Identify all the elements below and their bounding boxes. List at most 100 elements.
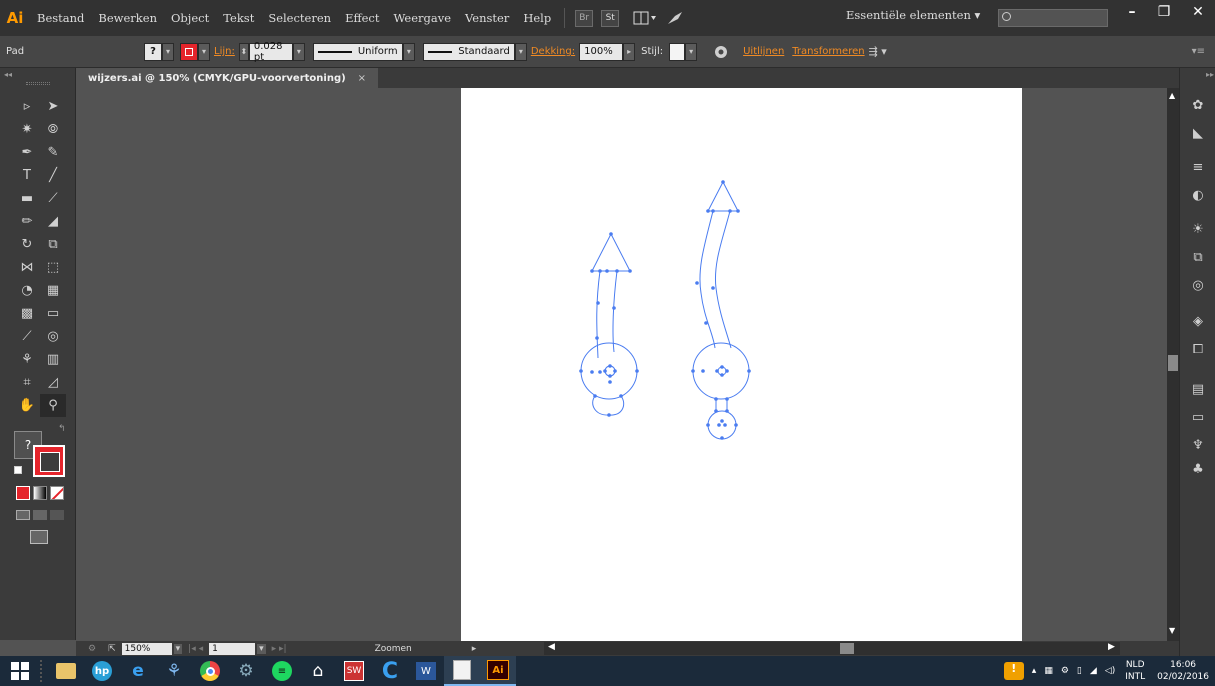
scroll-right-icon[interactable]: ▶ bbox=[1108, 642, 1115, 652]
eraser-tool-icon[interactable]: ◢ bbox=[40, 210, 66, 233]
isolate-icon[interactable]: ⇶ ▾ bbox=[869, 45, 895, 58]
shape-builder-tool-icon[interactable]: ◔ bbox=[14, 279, 40, 302]
stroke-swatch[interactable] bbox=[180, 42, 198, 61]
tray-battery-icon[interactable]: ▯ bbox=[1077, 666, 1082, 676]
menu-bewerken[interactable]: Bewerken bbox=[91, 11, 164, 25]
brushes-panel-icon[interactable]: ♆ bbox=[1189, 436, 1207, 454]
rectangle-tool-icon[interactable]: ▬ bbox=[14, 187, 40, 210]
scale-tool-icon[interactable]: ⧉ bbox=[40, 233, 66, 256]
artboard-number-input[interactable]: 1 bbox=[209, 642, 256, 655]
eyedropper-tool-icon[interactable]: ⟋ bbox=[14, 325, 40, 348]
menu-venster[interactable]: Venster bbox=[458, 11, 516, 25]
gradient-mode-icon[interactable] bbox=[33, 486, 47, 500]
draw-modes-icon[interactable] bbox=[16, 510, 64, 520]
file-explorer-icon[interactable] bbox=[48, 656, 84, 686]
lasso-tool-icon[interactable]: ⦾ bbox=[40, 118, 66, 141]
zoom-input[interactable]: 150% bbox=[121, 642, 172, 655]
blend-tool-icon[interactable]: ◎ bbox=[40, 325, 66, 348]
appearance-panel-icon[interactable]: ☀ bbox=[1189, 220, 1207, 238]
zoom-dropdown-icon[interactable]: ▾ bbox=[173, 643, 183, 654]
stroke-weight-stepper[interactable]: ⬍ bbox=[238, 42, 249, 61]
opacity-label[interactable]: Dekking: bbox=[527, 46, 579, 57]
hand-tool-icon[interactable]: ✋ bbox=[14, 394, 40, 417]
pen-tool-icon[interactable]: ✒ bbox=[14, 141, 40, 164]
panel-grip[interactable] bbox=[26, 82, 50, 85]
none-mode-icon[interactable] bbox=[50, 486, 64, 500]
menu-bestand[interactable]: Bestand bbox=[30, 11, 91, 25]
width-tool-icon[interactable]: ⋈ bbox=[14, 256, 40, 279]
graphic-styles-panel-icon[interactable]: ⧉ bbox=[1189, 248, 1207, 266]
menu-tekst[interactable]: Tekst bbox=[216, 11, 261, 25]
rotate-tool-icon[interactable]: ↻ bbox=[14, 233, 40, 256]
profile-dropdown[interactable]: ▾ bbox=[402, 42, 415, 61]
artwork[interactable] bbox=[461, 88, 1022, 641]
panel-menu-icon[interactable]: ▾≡ bbox=[1192, 46, 1205, 57]
vertical-scroll-thumb[interactable] bbox=[1168, 355, 1178, 371]
artboards-panel-icon[interactable]: ⧠ bbox=[1189, 340, 1207, 358]
paint-icon[interactable]: ⚘ bbox=[156, 656, 192, 686]
last-artboard-icon[interactable]: ▸ ▸| bbox=[272, 644, 287, 654]
menu-effect[interactable]: Effect bbox=[338, 11, 386, 25]
zoom-tool-icon[interactable]: ⚲ bbox=[40, 394, 66, 417]
gpu-performance-icon[interactable] bbox=[665, 10, 685, 26]
free-transform-tool-icon[interactable]: ⬚ bbox=[40, 256, 66, 279]
transparency-panel-icon[interactable]: ▭ bbox=[1189, 408, 1207, 426]
perspective-grid-tool-icon[interactable]: ▦ bbox=[40, 279, 66, 302]
gradient-panel-icon[interactable]: ◐ bbox=[1189, 186, 1207, 204]
fill-swatch[interactable]: ? bbox=[144, 42, 162, 61]
bridge-button[interactable]: Br bbox=[575, 9, 594, 27]
media-app-icon[interactable]: ⚙ bbox=[228, 656, 264, 686]
arrange-documents-icon[interactable] bbox=[633, 10, 657, 26]
gpu-indicator-icon[interactable]: ⚙ bbox=[88, 644, 96, 654]
tray-wifi-icon[interactable]: ◢ bbox=[1090, 666, 1097, 676]
stroke-weight-dropdown[interactable]: ▾ bbox=[292, 42, 305, 61]
vertical-scrollbar[interactable]: ▲ ▼ bbox=[1167, 88, 1179, 641]
document-tab[interactable]: wijzers.ai @ 150% (CMYK/GPU-voorvertonin… bbox=[76, 68, 379, 88]
symbol-sprayer-tool-icon[interactable]: ⚘ bbox=[14, 348, 40, 371]
menu-selecteren[interactable]: Selecteren bbox=[261, 11, 338, 25]
color-panel-icon[interactable]: ✿ bbox=[1189, 96, 1207, 114]
chrome-icon[interactable] bbox=[192, 656, 228, 686]
color-mode-icon[interactable] bbox=[16, 486, 30, 500]
artboard-dropdown-icon[interactable]: ▾ bbox=[257, 643, 266, 654]
tray-network-icon[interactable]: ▦ bbox=[1044, 666, 1053, 676]
opacity-dropdown[interactable]: ▸ bbox=[623, 42, 636, 61]
pencil-tool-icon[interactable]: ✏ bbox=[14, 210, 40, 233]
clock[interactable]: 16:06 02/02/2016 bbox=[1157, 659, 1209, 683]
horizontal-scrollbar[interactable]: ◀ ▶ bbox=[544, 642, 1120, 655]
hp-icon[interactable]: hp bbox=[84, 656, 120, 686]
color-guide-panel-icon[interactable]: ◣ bbox=[1189, 124, 1207, 142]
close-button[interactable]: ✕ bbox=[1182, 2, 1214, 22]
align-label[interactable]: Uitlijnen bbox=[739, 46, 788, 57]
magic-wand-tool-icon[interactable]: ✷ bbox=[14, 118, 40, 141]
stock-button[interactable]: St bbox=[601, 9, 620, 27]
brush-dropdown[interactable]: ▾ bbox=[514, 42, 527, 61]
menu-weergave[interactable]: Weergave bbox=[387, 11, 459, 25]
align-panel-icon[interactable]: ▤ bbox=[1189, 380, 1207, 398]
share-icon[interactable]: ⇱ bbox=[108, 644, 116, 654]
start-button-icon[interactable] bbox=[0, 656, 40, 686]
stroke-panel-icon[interactable]: ≡ bbox=[1189, 158, 1207, 176]
internet-explorer-icon[interactable]: e bbox=[120, 656, 156, 686]
word-puzzle-icon[interactable]: SW bbox=[336, 656, 372, 686]
home-app-icon[interactable]: ⌂ bbox=[300, 656, 336, 686]
stroke-label[interactable]: Lijn: bbox=[210, 46, 239, 57]
update-warning-icon[interactable]: ! bbox=[1003, 662, 1024, 680]
artboard-tool-icon[interactable]: ⌗ bbox=[14, 371, 40, 394]
scroll-up-icon[interactable]: ▲ bbox=[1169, 91, 1175, 100]
line-tool-icon[interactable]: ╱ bbox=[40, 164, 66, 187]
restore-button[interactable]: ❐ bbox=[1148, 2, 1180, 22]
first-artboard-icon[interactable]: |◂ ◂ bbox=[188, 644, 203, 654]
scroll-left-icon[interactable]: ◀ bbox=[548, 642, 555, 652]
variable-width-profile[interactable]: Uniform bbox=[312, 42, 403, 61]
paintbrush-tool-icon[interactable]: ⟋ bbox=[40, 187, 66, 210]
artboard[interactable] bbox=[461, 88, 1022, 641]
opacity-input[interactable]: 100% bbox=[579, 42, 624, 61]
default-colors-icon[interactable] bbox=[14, 466, 22, 474]
direct-selection-tool-icon[interactable]: ➤ bbox=[40, 95, 66, 118]
tray-volume-icon[interactable]: ◁) bbox=[1105, 666, 1115, 676]
stroke-color-box[interactable] bbox=[33, 445, 65, 477]
stroke-dropdown[interactable]: ▾ bbox=[198, 42, 210, 61]
word-icon[interactable]: W bbox=[408, 656, 444, 686]
spotify-icon[interactable]: ≡ bbox=[264, 656, 300, 686]
